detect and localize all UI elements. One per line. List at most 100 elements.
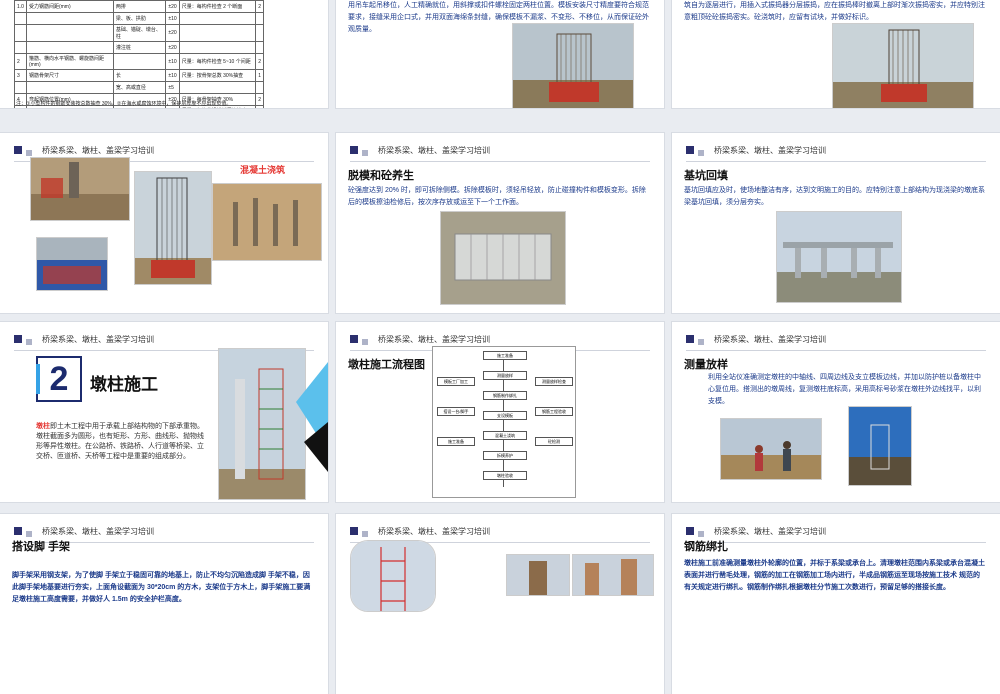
slide-header: 桥梁系梁、墩柱、盖梁学习培训 <box>686 141 826 159</box>
slide-title: 搭设脚 手架 <box>12 541 71 553</box>
header-text: 桥梁系梁、墩柱、盖梁学习培训 <box>42 526 154 536</box>
slide-header: 桥梁系梁、墩柱、盖梁学习培训 <box>350 141 490 159</box>
header-text: 桥梁系梁、墩柱、盖梁学习培训 <box>378 334 490 344</box>
slide-body-text: 筑自为逐层进行，用插入式振捣器分层振捣，应在振捣棒时撤离上部时渐次振捣密实，并应… <box>684 2 985 21</box>
section-number: 2 <box>49 360 69 398</box>
table-cell <box>14 12 27 25</box>
table-cell: ±20 <box>165 24 180 42</box>
table-cell: 2 <box>255 93 264 106</box>
slide-thumbnail-1[interactable]: 1.0 受力钢筋间距(mm) 两排 ±20 尺量：每构件检查 2 个断面 2 梁、板、拱肋 ±… <box>0 0 328 108</box>
table-row: 1.0 受力钢筋间距(mm) 两排 ±20 尺量：每构件检查 2 个断面 2 <box>14 0 264 13</box>
table-cell <box>178 24 257 42</box>
site-photo-4 <box>36 237 108 291</box>
table-cell: 2 <box>255 53 264 70</box>
body-lead: 墩柱 <box>36 423 50 430</box>
pier-base-photo <box>848 406 912 486</box>
backfill-photo <box>776 211 902 303</box>
table-cell <box>178 12 257 25</box>
pouring-photo <box>832 23 974 108</box>
table-cell <box>178 41 257 54</box>
table-cell: 2 <box>14 53 27 70</box>
slide-title: 基坑回填 <box>684 170 728 182</box>
table-cell <box>112 53 167 70</box>
table-cell: ±10 <box>165 69 180 82</box>
table-cell <box>14 81 27 94</box>
table-cell: 尺量：每构件检查 5~10 个间距 <box>178 53 257 70</box>
slide-body-text: 墩柱施工前准确测量墩柱外轮廓的位置，并标于系梁或承台上。清理墩柱范围内系梁或承台… <box>684 560 985 591</box>
slide-thumbnail-12[interactable]: 桥梁系梁、墩柱、盖梁学习培训 钢筋绑扎 墩柱施工前准确测量墩柱外轮廓的位置，并标… <box>672 514 1000 694</box>
table-cell <box>25 24 114 42</box>
table-cell: 3 <box>255 105 264 108</box>
header-text: 桥梁系梁、墩柱、盖梁学习培训 <box>714 334 826 344</box>
formwork-photo <box>512 23 634 108</box>
rebar-tolerance-table: 1.0 受力钢筋间距(mm) 两排 ±20 尺量：每构件检查 2 个断面 2 梁、板、拱肋 ±… <box>14 0 264 108</box>
table-cell: ±10 <box>165 12 180 25</box>
slide-thumbnail-10[interactable]: 桥梁系梁、墩柱、盖梁学习培训 搭设脚 手架 脚手架采用钢支架，为了使脚 手架立于… <box>0 514 328 694</box>
flow-step: 支设模板 <box>483 411 527 420</box>
header-divider <box>686 161 986 162</box>
table-cell: 尺量：按骨架总数 30%抽查 <box>178 69 257 82</box>
table-cell <box>14 41 27 54</box>
flow-side-step: 施工准备 <box>437 437 475 446</box>
table-cell <box>14 24 27 42</box>
table-cell: ±10 <box>165 53 180 70</box>
slide-thumbnail-2[interactable]: 用吊车起吊移位，人工精确就位，用斜撑或扣件螺栓固定两柱位置。模板安装尺寸精度要符… <box>336 0 664 108</box>
table-cell: 钢筋骨架尺寸 <box>25 69 114 82</box>
table-cell <box>25 41 114 54</box>
table-row: 灌注桩 ±20 <box>14 41 264 54</box>
flow-step: 墩柱验收 <box>483 471 527 480</box>
table-cell: 长 <box>112 69 167 82</box>
slide-thumbnail-6[interactable]: 桥梁系梁、墩柱、盖梁学习培训 基坑回填 基坑回填应及时，使场地整洁有序，达到文明… <box>672 133 1000 313</box>
slide-title: 脱模和砼养生 <box>348 170 414 182</box>
table-cell <box>255 24 264 42</box>
slide-header: 桥梁系梁、墩柱、盖梁学习培训 <box>14 330 154 348</box>
table-cell: 2 <box>255 0 264 13</box>
flow-side-step: 测量放样检查 <box>535 377 573 386</box>
table-row: 梁、板、拱肋 ±10 <box>14 12 264 25</box>
slide-thumbnail-7[interactable]: 桥梁系梁、墩柱、盖梁学习培训 2 墩柱施工 墩柱即土木工程中用于承载上部结构物的… <box>0 322 328 502</box>
header-divider <box>350 161 650 162</box>
table-cell: 宽、高或直径 <box>112 81 167 94</box>
table-cell <box>255 81 264 94</box>
table-row: 宽、高或直径 ±5 <box>14 81 264 94</box>
table-cell: ±5 <box>165 81 180 94</box>
table-cell: 3 <box>14 69 27 82</box>
slide-thumbnail-4[interactable]: 桥梁系梁、墩柱、盖梁学习培训 混凝土浇筑 <box>0 133 328 313</box>
slide-thumbnail-9[interactable]: 桥梁系梁、墩柱、盖梁学习培训 测量放样 利用全站仪准确测定墩柱的中轴线、四周边线… <box>672 322 1000 502</box>
body-text: 即土木工程中用于承载上部结构物的下部承重物。墩柱截面多为圆形，也有矩形、方形、曲… <box>36 423 204 460</box>
table-cell: 基础、锚碇、墩台、柱 <box>112 24 167 42</box>
table-row: 3 钢筋骨架尺寸长 ±10 尺量：按骨架总数 30%抽查 1 <box>14 69 264 82</box>
header-text: 桥梁系梁、墩柱、盖梁学习培训 <box>714 145 826 155</box>
table-cell: 梁、板、拱肋 <box>112 12 167 25</box>
scaffold-photo-3 <box>572 554 654 596</box>
header-text: 桥梁系梁、墩柱、盖梁学习培训 <box>378 526 490 536</box>
header-divider <box>686 350 986 351</box>
flow-side-step: 搭设一台/脚手 <box>437 407 475 416</box>
slide-body-text: 脚手架采用钢支架，为了使脚 手架立于稳固可靠的地基上，防止不均匀沉陷造成脚 手架… <box>12 572 311 603</box>
survey-photo <box>720 418 822 480</box>
table-note: 注：①小型构件的钢筋安装按总数抽查 30%。②在海水或腐蚀环境中，保护层厚度不应… <box>16 101 232 107</box>
slide-thumbnail-11[interactable]: 桥梁系梁、墩柱、盖梁学习培训 <box>336 514 664 694</box>
header-text: 桥梁系梁、墩柱、盖梁学习培训 <box>42 145 154 155</box>
slide-thumbnail-3[interactable]: 筑自为逐层进行，用插入式振捣器分层振捣，应在振捣棒时撤离上部时渐次振捣密实，并应… <box>672 0 1000 108</box>
section-decoration <box>296 362 328 472</box>
pouring-label: 混凝土浇筑 <box>240 165 286 175</box>
scaffold-photo-1 <box>350 540 436 612</box>
site-photo-3 <box>212 183 322 261</box>
table-cell <box>178 81 257 94</box>
flow-step: 拆模养护 <box>483 451 527 460</box>
slide-thumbnail-5[interactable]: 桥梁系梁、墩柱、盖梁学习培训 脱模和砼养生 砼强度达到 20% 时，即可拆除侧模… <box>336 133 664 313</box>
header-divider <box>686 542 986 543</box>
slide-thumbnail-8[interactable]: 桥梁系梁、墩柱、盖梁学习培训 墩柱施工流程图 施工准备 测量放样 钢筋制作绑扎 支设模… <box>336 322 664 502</box>
flow-step: 钢筋制作绑扎 <box>483 391 527 400</box>
slide-title: 测量放样 <box>684 359 728 371</box>
flowchart: 施工准备 测量放样 钢筋制作绑扎 支设模板 混凝土浇筑 拆模养护 墩柱验收 模板工厂加工 搭设… <box>432 346 576 498</box>
scaffold-photo-2 <box>506 554 570 596</box>
table-cell: 两排 <box>112 0 167 13</box>
site-photo-1 <box>30 157 130 221</box>
table-row: 基础、锚碇、墩台、柱 ±20 <box>14 24 264 42</box>
table-cell <box>25 12 114 25</box>
flow-side-step: 钢筋工程验收 <box>535 407 573 416</box>
flow-step: 混凝土浇筑 <box>483 431 527 440</box>
table-row: 2 箍筋、横向水平钢筋、螺旋筋间距(mm) ±10 尺量：每构件检查 5~10 个间距… <box>14 53 264 70</box>
